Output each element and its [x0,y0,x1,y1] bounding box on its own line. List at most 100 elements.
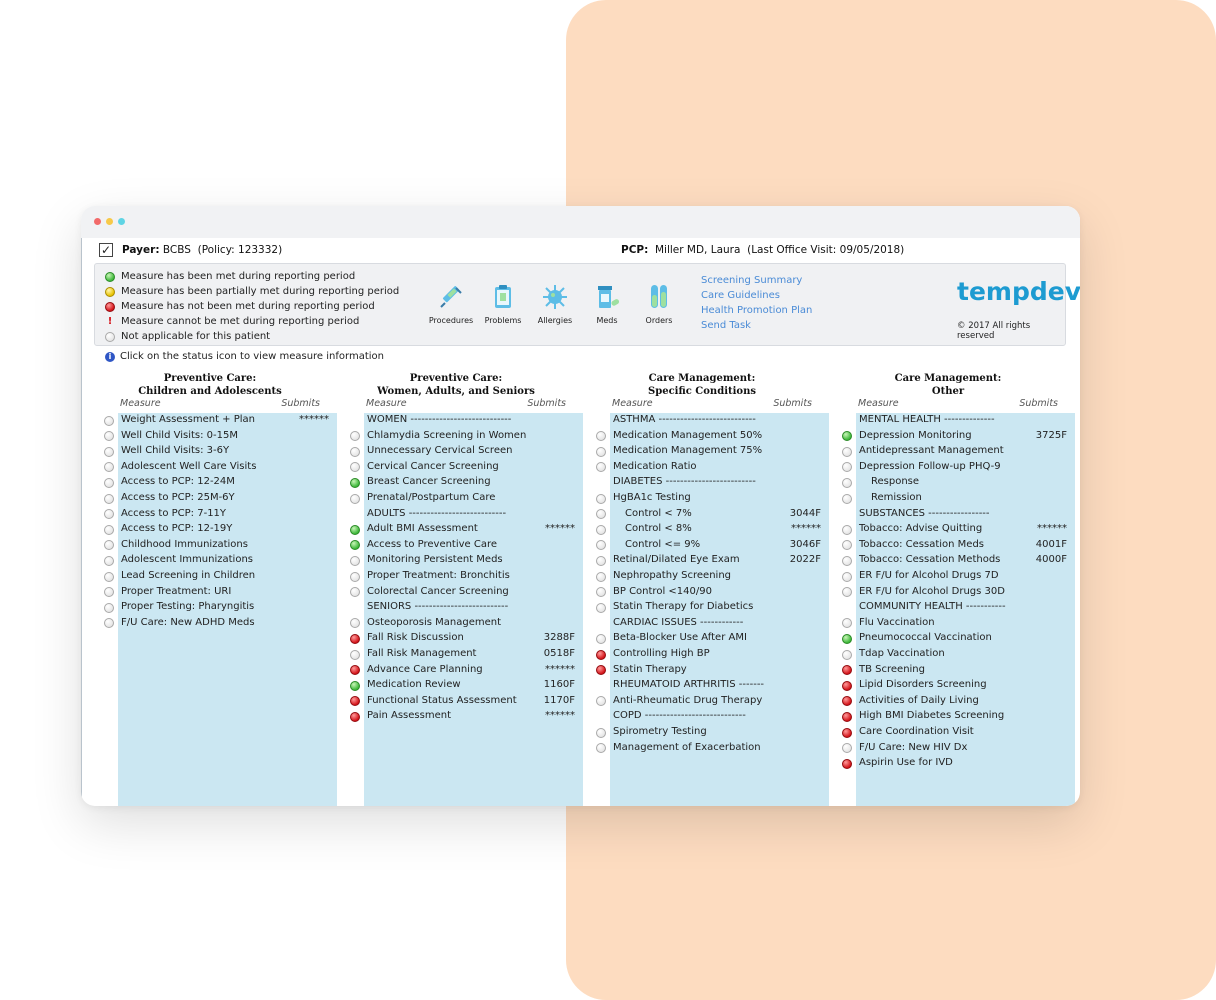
red-status-icon[interactable] [842,758,852,769]
column-women-adults-seniors: Preventive Care: Women, Adults, and Senio… [338,369,583,806]
green-status-icon [105,271,115,282]
meds-button[interactable]: Meds [581,282,633,325]
measure-row: Retinal/Dilated Eye Exam 2022F [596,553,829,569]
allergies-button[interactable]: Allergies [529,282,581,325]
gray-status-icon[interactable] [842,587,852,598]
gray-status-icon[interactable] [842,493,852,504]
gray-status-icon[interactable] [350,618,360,629]
gray-status-icon[interactable] [596,633,606,644]
gray-status-icon[interactable] [104,618,114,629]
gray-status-icon[interactable] [842,555,852,566]
gray-status-icon[interactable] [104,431,114,442]
problems-button[interactable]: Problems [477,282,529,325]
gray-status-icon[interactable] [596,555,606,566]
red-status-icon[interactable] [596,665,606,676]
gray-status-icon[interactable] [350,587,360,598]
gray-status-icon[interactable] [842,743,852,754]
red-status-icon[interactable] [596,649,606,660]
gray-status-icon[interactable] [596,587,606,598]
measure-label: WOMEN ---------------------------- [367,414,512,425]
minimize-window-dot[interactable] [106,218,113,225]
gray-status-icon[interactable] [104,587,114,598]
gray-status-icon[interactable] [842,524,852,535]
pcp-label: PCP: [621,244,649,256]
gray-status-icon[interactable] [596,743,606,754]
send-task-link[interactable]: Send Task [701,320,812,335]
tool-label: Procedures [428,316,474,325]
submits-code: 3725F [1035,429,1067,441]
gray-status-icon[interactable] [104,493,114,504]
legend-text: Measure has been partially met during re… [121,286,400,297]
gray-status-icon[interactable] [596,602,606,613]
red-status-icon[interactable] [842,696,852,707]
gray-status-icon[interactable] [842,571,852,582]
gray-status-icon[interactable] [350,571,360,582]
gray-status-icon[interactable] [104,571,114,582]
red-status-icon[interactable] [350,696,360,707]
red-status-icon[interactable] [842,727,852,738]
green-status-icon[interactable] [350,477,360,488]
green-status-icon[interactable] [350,540,360,551]
measure-row: Prenatal/Postpartum Care [350,491,583,507]
gray-status-icon[interactable] [596,493,606,504]
red-status-icon[interactable] [842,665,852,676]
screening-summary-link[interactable]: Screening Summary [701,275,812,290]
gray-status-icon[interactable] [350,431,360,442]
red-status-icon[interactable] [842,711,852,722]
gray-status-icon[interactable] [350,649,360,660]
legend-text: Not applicable for this patient [121,331,271,342]
care-guidelines-link[interactable]: Care Guidelines [701,290,812,305]
gray-status-icon[interactable] [596,524,606,535]
gray-status-icon[interactable] [842,618,852,629]
gray-status-icon[interactable] [104,540,114,551]
green-status-icon[interactable] [842,431,852,442]
gray-status-icon[interactable] [842,540,852,551]
gray-status-icon[interactable] [596,462,606,473]
gray-status-icon[interactable] [104,509,114,520]
measure-label: Access to Preventive Care [367,538,498,550]
measure-label: Tobacco: Cessation Methods [859,554,1001,566]
gray-status-icon[interactable] [596,446,606,457]
gray-status-icon[interactable] [596,696,606,707]
gray-status-icon[interactable] [104,477,114,488]
payer-checkbox[interactable]: ✓ [99,243,113,257]
gray-status-icon[interactable] [104,555,114,566]
red-status-icon[interactable] [842,680,852,691]
column-title: Care Management: Other [830,369,1066,398]
green-status-icon[interactable] [350,680,360,691]
maximize-window-dot[interactable] [118,218,125,225]
health-promotion-plan-link[interactable]: Health Promotion Plan [701,305,812,320]
gray-status-icon[interactable] [350,555,360,566]
gray-status-icon[interactable] [842,462,852,473]
measure-row: Colorectal Cancer Screening [350,585,583,601]
red-status-icon[interactable] [350,633,360,644]
gray-status-icon[interactable] [596,727,606,738]
gray-status-icon[interactable] [842,649,852,660]
gray-status-icon[interactable] [596,540,606,551]
gray-status-icon[interactable] [596,509,606,520]
gray-status-icon[interactable] [350,446,360,457]
gray-status-icon[interactable] [596,431,606,442]
gray-status-icon[interactable] [842,477,852,488]
red-status-icon[interactable] [350,711,360,722]
green-status-icon[interactable] [350,524,360,535]
orders-button[interactable]: Orders [633,282,685,325]
close-window-dot[interactable] [94,218,101,225]
gray-status-icon[interactable] [842,446,852,457]
gray-status-icon[interactable] [104,462,114,473]
gray-status-icon[interactable] [104,602,114,613]
gray-status-icon[interactable] [350,462,360,473]
measure-row: Nephropathy Screening [596,569,829,585]
column-header: Measure Submits [830,398,1066,410]
gray-status-icon[interactable] [104,524,114,535]
gray-status-icon[interactable] [596,571,606,582]
green-status-icon[interactable] [842,633,852,644]
policy-number: (Policy: 123332) [197,244,283,256]
gray-status-icon[interactable] [350,493,360,504]
measure-label: Control < 7% [625,507,692,519]
procedures-button[interactable]: Procedures [425,282,477,325]
red-status-icon[interactable] [350,665,360,676]
submits-code: ****** [299,414,329,425]
gray-status-icon[interactable] [104,446,114,457]
gray-status-icon[interactable] [104,415,114,426]
